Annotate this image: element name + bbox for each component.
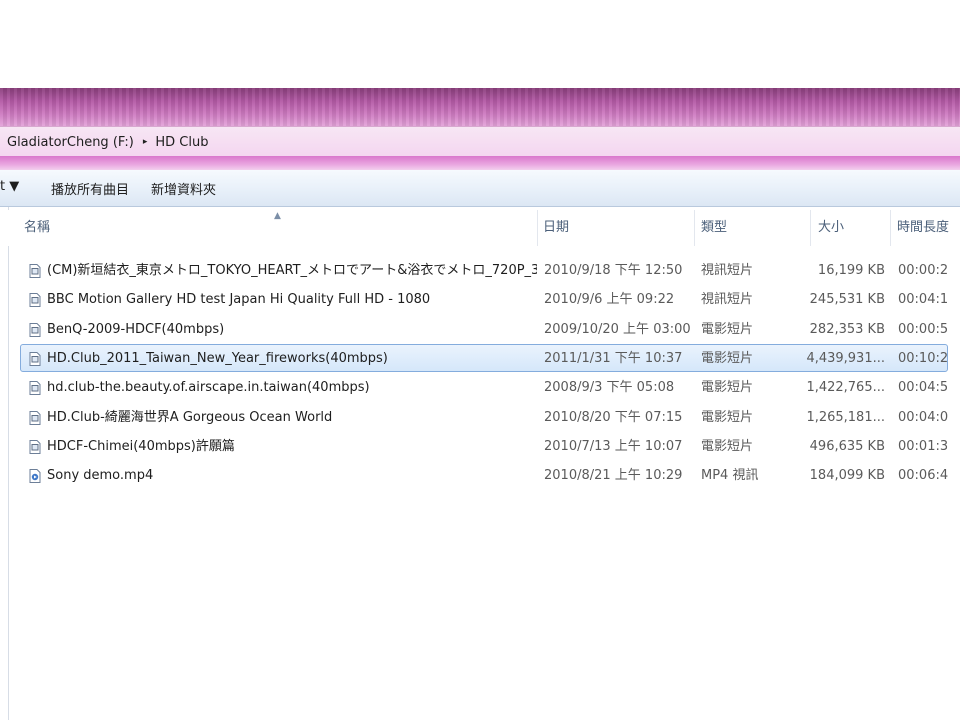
video-file-icon — [29, 381, 41, 396]
file-name: hd.club-the.beauty.of.airscape.in.taiwan… — [47, 380, 370, 396]
sort-ascending-icon: ▲ — [274, 211, 281, 221]
file-duration: 00:01:36 — [898, 438, 948, 454]
video-file-icon — [29, 293, 41, 308]
video-file-icon — [29, 351, 41, 366]
window-title-bar — [0, 88, 960, 126]
column-header-size[interactable]: 大小 — [811, 210, 891, 246]
file-date: 2011/1/31 下午 10:37 — [544, 350, 683, 366]
video-file-icon — [29, 322, 41, 337]
file-name: HD.Club-綺麗海世界A Gorgeous Ocean World — [47, 409, 333, 425]
column-header-row: 名稱 ▲ 日期 類型 大小 時間長度 — [8, 210, 960, 246]
file-row[interactable]: hd.club-the.beauty.of.airscape.in.taiwan… — [20, 373, 948, 401]
file-duration: 00:00:55 — [898, 321, 948, 337]
file-name: Sony demo.mp4 — [47, 468, 154, 484]
address-bar[interactable]: GladiatorCheng (F:) ▸ HD Club — [0, 126, 960, 158]
breadcrumb-drive[interactable]: GladiatorCheng (F:) — [7, 135, 134, 150]
file-row[interactable]: BenQ-2009-HDCF(40mbps) 2009/10/20 上午 03:0… — [20, 315, 948, 343]
file-name: BBC Motion Gallery HD test Japan Hi Qual… — [47, 292, 431, 308]
file-row[interactable]: HD.Club-綺麗海世界A Gorgeous Ocean World 2010/… — [20, 403, 948, 431]
file-row[interactable]: (CM)新垣結衣_東京メトロ_TOKYO_HEART_メトロでアート&浴衣でメト… — [20, 256, 948, 284]
file-duration: 00:04:13 — [898, 292, 948, 308]
file-size: 496,635 KB — [809, 438, 885, 454]
file-date: 2010/9/18 下午 12:50 — [544, 263, 683, 278]
file-duration: 00:04:50 — [898, 380, 948, 396]
file-duration: 00:06:47 — [898, 468, 948, 484]
column-header-date[interactable]: 日期 — [538, 210, 695, 246]
file-size: 4,439,931... — [806, 350, 885, 366]
window-frame-band — [0, 156, 960, 170]
new-folder-button[interactable]: 新增資料夾 — [151, 179, 216, 198]
file-name: HDCF-Chimei(40mbps)許願篇 — [47, 438, 235, 454]
breadcrumb-chevron-icon[interactable]: ▸ — [143, 137, 148, 147]
column-header-duration[interactable]: 時間長度 — [891, 210, 960, 246]
file-type: 電影短片 — [701, 438, 754, 454]
file-type: 電影短片 — [701, 409, 754, 425]
file-duration: 00:10:24 — [898, 350, 948, 366]
breadcrumb-folder[interactable]: HD Club — [155, 135, 208, 150]
video-file-icon — [29, 439, 41, 454]
file-date: 2008/9/3 下午 05:08 — [544, 380, 675, 396]
file-name: BenQ-2009-HDCF(40mbps) — [47, 321, 225, 337]
file-type: 電影短片 — [701, 321, 754, 337]
play-all-button[interactable]: 播放所有曲目 — [51, 179, 129, 198]
video-file-icon — [29, 410, 41, 425]
organize-menu-button[interactable]: t ▼ — [0, 179, 19, 194]
file-size: 16,199 KB — [817, 263, 885, 278]
file-duration: 00:00:29 — [898, 263, 948, 278]
file-size: 184,099 KB — [809, 468, 885, 484]
column-header-name-label: 名稱 — [24, 220, 51, 235]
command-toolbar: t ▼ 播放所有曲目 新增資料夾 — [0, 170, 960, 207]
file-row[interactable]: BBC Motion Gallery HD test Japan Hi Qual… — [20, 285, 948, 313]
file-name: HD.Club_2011_Taiwan_New_Year_fireworks(4… — [47, 350, 388, 366]
file-type: 視訊短片 — [701, 292, 754, 308]
file-date: 2010/8/21 上午 10:29 — [544, 468, 683, 484]
file-size: 1,265,181... — [806, 409, 885, 425]
file-date: 2010/9/6 上午 09:22 — [544, 292, 675, 308]
file-duration: 00:04:05 — [898, 409, 948, 425]
file-date: 2010/8/20 下午 07:15 — [544, 409, 683, 425]
file-type: 視訊短片 — [701, 263, 754, 278]
mp4-file-icon — [29, 469, 41, 484]
file-date: 2010/7/13 上午 10:07 — [544, 438, 683, 454]
file-row[interactable]: HD.Club_2011_Taiwan_New_Year_fireworks(4… — [20, 343, 948, 372]
file-date: 2009/10/20 上午 03:00 — [544, 321, 691, 337]
file-row[interactable]: HDCF-Chimei(40mbps)許願篇 2010/7/13 上午 10:07… — [20, 432, 948, 460]
file-size: 282,353 KB — [809, 321, 885, 337]
file-row[interactable]: Sony demo.mp4 2010/8/21 上午 10:29 MP4 視訊 184… — [20, 461, 948, 489]
file-type: 電影短片 — [701, 350, 754, 366]
file-type: 電影短片 — [701, 380, 754, 396]
file-size: 1,422,765... — [806, 380, 885, 396]
file-type: MP4 視訊 — [701, 468, 759, 484]
column-header-type[interactable]: 類型 — [695, 210, 811, 246]
video-file-icon — [29, 264, 41, 278]
column-header-name[interactable]: 名稱 ▲ — [8, 210, 538, 246]
file-size: 245,531 KB — [809, 292, 885, 308]
file-name: (CM)新垣結衣_東京メトロ_TOKYO_HEART_メトロでアート&浴衣でメト… — [47, 263, 537, 278]
